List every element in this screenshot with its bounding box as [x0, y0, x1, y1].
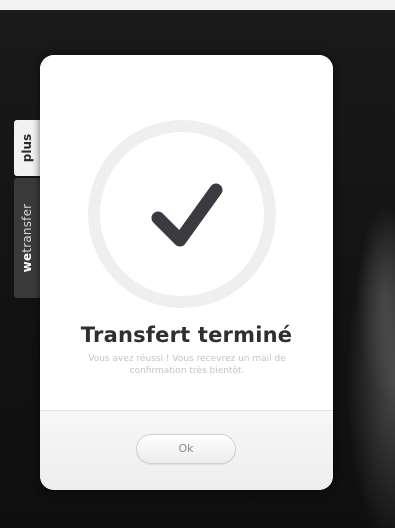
wetransfer-logo: wetransfer [20, 204, 34, 273]
wetransfer-logo-prefix: we [20, 252, 34, 273]
checkmark-icon [151, 183, 223, 247]
plus-tab-label: plus [20, 133, 34, 163]
side-tab: plus wetransfer [12, 120, 42, 298]
dialog-title: Transfert terminé [80, 323, 293, 347]
wetransfer-logo-suffix: transfer [20, 203, 34, 253]
top-strip [0, 0, 395, 10]
dialog-footer: Ok [40, 410, 333, 490]
wetransfer-tab[interactable]: wetransfer [14, 178, 40, 298]
dialog-subtitle: Vous avez réussi ! Vous recevrez un mail… [88, 354, 286, 376]
check-circle [88, 120, 276, 308]
dialog-body: Transfert terminé Vous avez réussi ! Vou… [40, 55, 333, 410]
ok-button[interactable]: Ok [136, 434, 236, 464]
transfer-complete-dialog: Transfert terminé Vous avez réussi ! Vou… [40, 55, 333, 490]
plus-tab[interactable]: plus [14, 120, 40, 176]
